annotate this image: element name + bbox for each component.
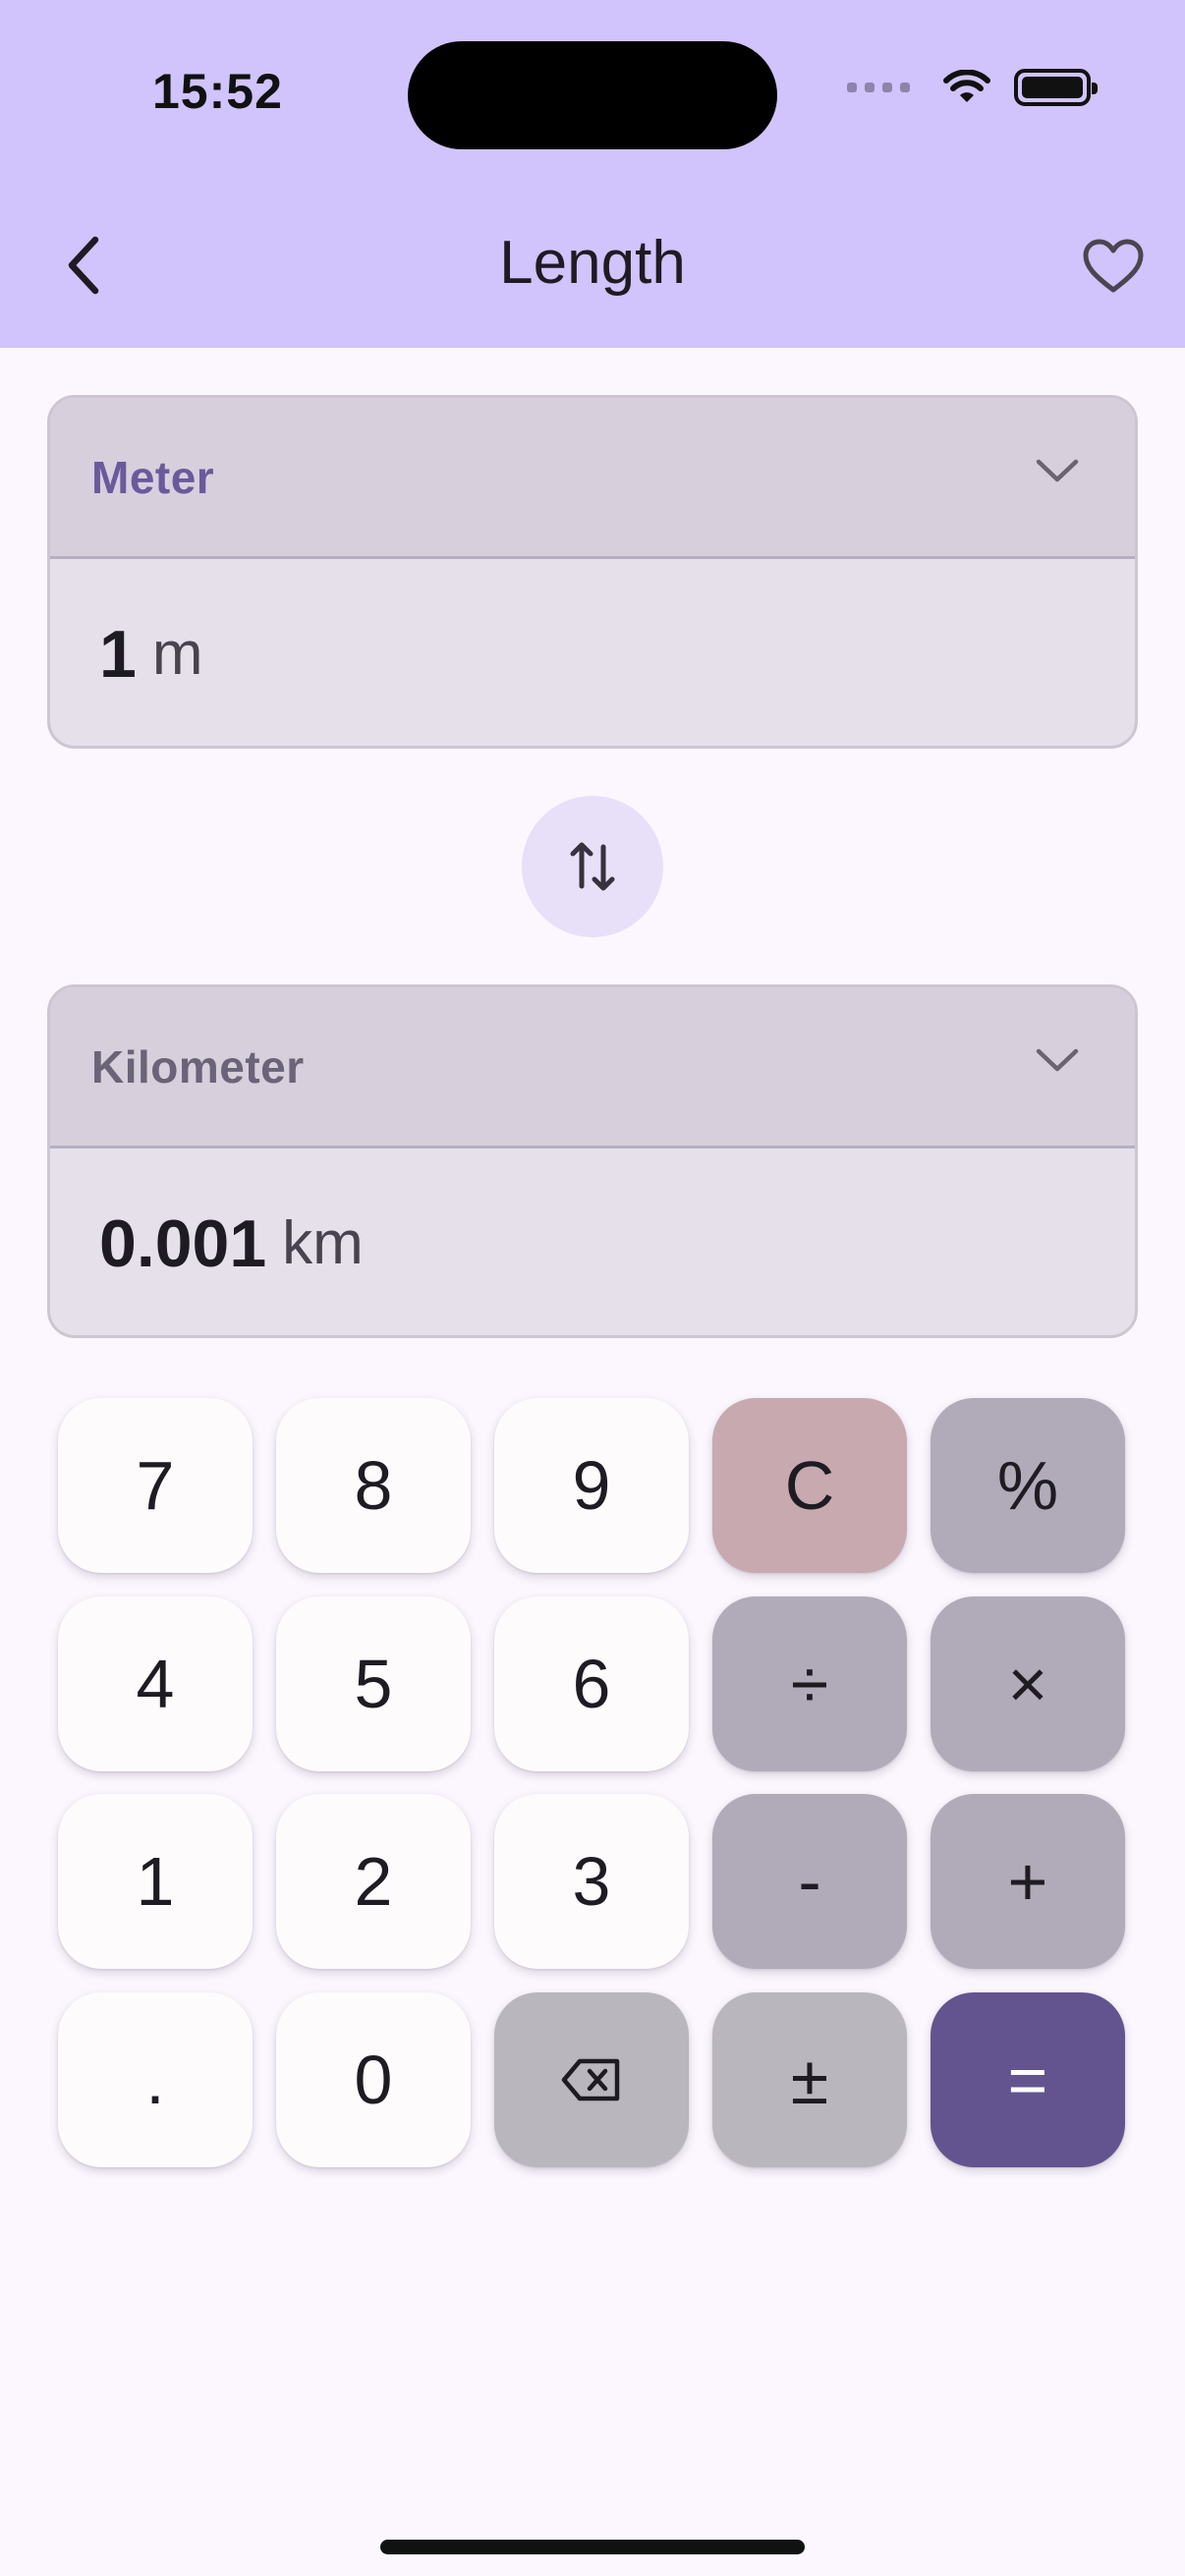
to-value-field: 0.001 km <box>50 1148 1135 1335</box>
key-5[interactable]: 5 <box>276 1596 471 1771</box>
from-unit-label: Meter <box>91 451 215 503</box>
favorite-button[interactable] <box>1076 232 1151 301</box>
key-2[interactable]: 2 <box>276 1794 471 1969</box>
from-value: 1 <box>99 616 137 692</box>
key-0[interactable]: 0 <box>276 1992 471 2167</box>
key-equals[interactable]: = <box>931 1992 1125 2167</box>
from-unit-dropdown[interactable]: Meter <box>50 398 1135 559</box>
status-icons <box>847 69 1098 106</box>
to-unit-label: Kilometer <box>91 1040 305 1092</box>
signal-dots-icon <box>847 83 910 92</box>
app-header: 15:52 Length <box>0 0 1185 348</box>
from-value-field[interactable]: 1 m <box>50 559 1135 746</box>
from-unit-symbol: m <box>151 620 203 688</box>
key-plus[interactable]: + <box>931 1794 1125 1969</box>
key-8[interactable]: 8 <box>276 1398 471 1573</box>
heart-outline-icon <box>1083 239 1144 293</box>
to-unit-dropdown[interactable]: Kilometer <box>50 987 1135 1148</box>
key-7[interactable]: 7 <box>58 1398 253 1573</box>
to-unit-symbol: km <box>282 1209 364 1277</box>
dynamic-island <box>408 41 777 149</box>
home-indicator[interactable] <box>380 2540 805 2554</box>
status-time: 15:52 <box>152 64 283 119</box>
key-1[interactable]: 1 <box>58 1794 253 1969</box>
swap-vertical-icon <box>570 842 615 891</box>
backspace-icon <box>561 2058 620 2101</box>
key-9[interactable]: 9 <box>494 1398 689 1573</box>
from-unit-card: Meter 1 m <box>47 395 1138 749</box>
length-converter-screen: 15:52 Length Meter 1 m Kilometer 0.001 k… <box>0 0 1185 2576</box>
key-3[interactable]: 3 <box>494 1794 689 1969</box>
chevron-down-icon <box>1036 1048 1079 1072</box>
key-4[interactable]: 4 <box>58 1596 253 1771</box>
key-multiply[interactable]: × <box>931 1596 1125 1771</box>
key-minus[interactable]: - <box>712 1794 907 1969</box>
page-title: Length <box>499 229 686 297</box>
key-divide[interactable]: ÷ <box>712 1596 907 1771</box>
key-6[interactable]: 6 <box>494 1596 689 1771</box>
key-clear[interactable]: C <box>712 1398 907 1573</box>
battery-icon <box>1014 69 1098 106</box>
chevron-down-icon <box>1036 459 1079 482</box>
to-unit-card: Kilometer 0.001 km <box>47 984 1138 1338</box>
to-value: 0.001 <box>99 1205 267 1281</box>
key-plus-minus[interactable]: ± <box>712 1992 907 2167</box>
swap-units-button[interactable] <box>522 796 663 937</box>
key-decimal[interactable]: . <box>58 1992 253 2167</box>
key-backspace[interactable] <box>494 1992 689 2167</box>
key-percent[interactable]: % <box>931 1398 1125 1573</box>
wifi-icon <box>943 70 990 102</box>
